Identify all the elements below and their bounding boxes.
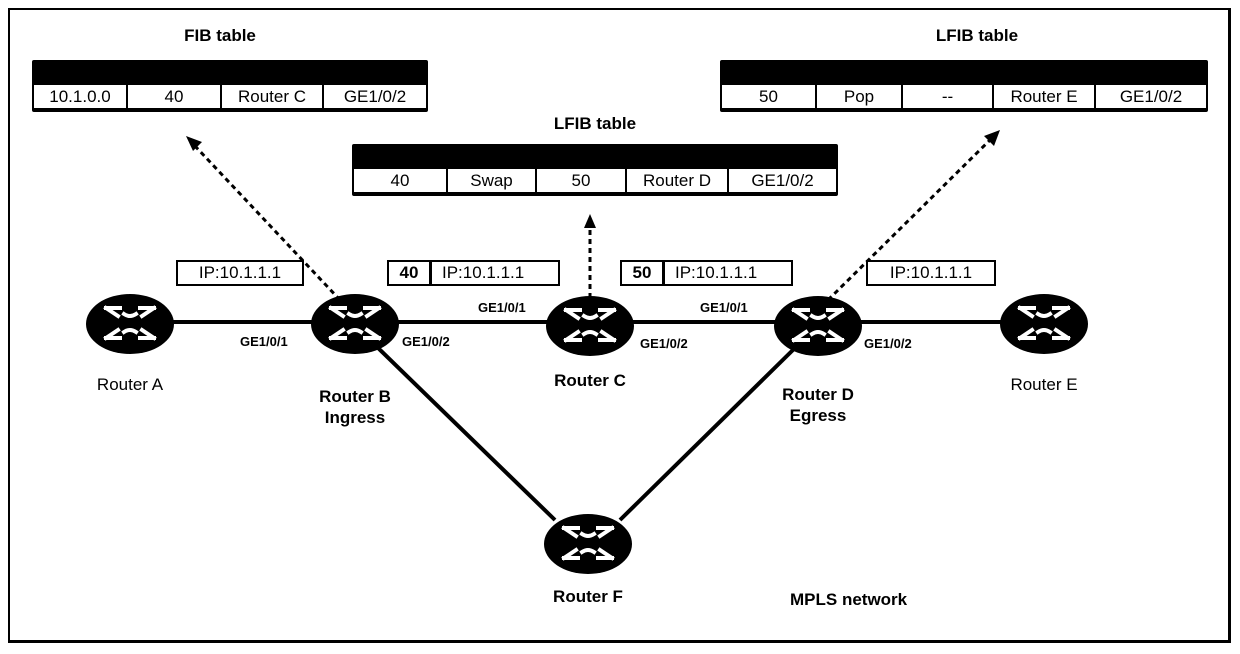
table-cell: 50: [722, 85, 815, 108]
mpls-label: 40: [389, 262, 432, 284]
router-name: Router A: [96, 375, 164, 394]
router-d-icon[interactable]: [772, 290, 864, 358]
lfib-table-d-title: LFIB table: [935, 26, 1019, 45]
router-c-label: Router C: [520, 370, 660, 391]
router-f-label: Router F: [518, 586, 658, 607]
port-label: GE1/0/1: [478, 300, 526, 315]
router-f-icon[interactable]: [542, 508, 634, 576]
table-header: [354, 146, 836, 169]
table-cell: Router E: [994, 85, 1094, 108]
router-name: Router D: [782, 385, 854, 404]
table-cell: GE1/0/2: [729, 169, 836, 192]
port-label: GE1/0/2: [640, 336, 688, 351]
table-cell: GE1/0/2: [324, 85, 426, 108]
router-a-label: Router A: [60, 374, 200, 395]
router-e-icon[interactable]: [998, 288, 1090, 356]
table-header: [34, 62, 426, 85]
network-label: MPLS network: [790, 590, 908, 609]
router-a-icon[interactable]: [84, 288, 176, 356]
table-cell: --: [903, 85, 992, 108]
port-label: GE1/0/1: [700, 300, 748, 315]
packet-ip: IP:10.1.1.1: [442, 263, 525, 282]
router-b-label: Router B Ingress: [285, 386, 425, 428]
packet-ip: IP:10.1.1.1: [176, 260, 304, 286]
packet-label: 50 IP:10.1.1.1: [620, 260, 793, 286]
table-cell: Swap: [448, 169, 535, 192]
router-e-label: Router E: [974, 374, 1114, 395]
lfib-table-d: 50 Pop -- Router E GE1/0/2: [720, 60, 1208, 112]
packet-a-to-b: IP:10.1.1.1: [176, 260, 304, 286]
router-name: Router B: [319, 387, 391, 406]
router-d-label: Router D Egress: [748, 384, 888, 426]
router-role: Egress: [789, 406, 847, 425]
table-row: 40 Swap 50 Router D GE1/0/2: [354, 169, 836, 194]
packet-ip: IP:10.1.1.1: [675, 263, 758, 282]
table-row: 10.1.0.0 40 Router C GE1/0/2: [34, 85, 426, 110]
table-cell: 40: [128, 85, 220, 108]
router-name: Router C: [554, 371, 626, 390]
port-label: GE1/0/2: [402, 334, 450, 349]
packet-d-to-e: IP:10.1.1.1: [866, 260, 996, 286]
table-cell: Router C: [222, 85, 322, 108]
table-cell: Router D: [627, 169, 727, 192]
packet-b-to-c: 40 IP:10.1.1.1: [387, 260, 560, 286]
table-cell: 40: [354, 169, 446, 192]
table-cell: GE1/0/2: [1096, 85, 1206, 108]
table-cell: 10.1.0.0: [34, 85, 126, 108]
lfib-table-c: 40 Swap 50 Router D GE1/0/2: [352, 144, 838, 196]
table-header: [722, 62, 1206, 85]
packet-label: 40 IP:10.1.1.1: [387, 260, 560, 286]
table-row: 50 Pop -- Router E GE1/0/2: [722, 85, 1206, 110]
router-name: Router F: [553, 587, 623, 606]
packet-c-to-d: 50 IP:10.1.1.1: [620, 260, 793, 286]
fib-table-title: FIB table: [184, 26, 256, 45]
router-c-icon[interactable]: [544, 290, 636, 358]
packet-ip: IP:10.1.1.1: [866, 260, 996, 286]
router-b-icon[interactable]: [309, 288, 401, 356]
router-role: Ingress: [324, 408, 386, 427]
lfib-table-c-title: LFIB table: [553, 114, 637, 133]
mpls-label: 50: [622, 262, 665, 284]
port-label: GE1/0/1: [240, 334, 288, 349]
arrow-c-to-lfib: [584, 214, 596, 298]
router-name: Router E: [1010, 375, 1078, 394]
port-label: GE1/0/2: [864, 336, 912, 351]
table-cell: 50: [537, 169, 625, 192]
fib-table: 10.1.0.0 40 Router C GE1/0/2: [32, 60, 428, 112]
table-cell: Pop: [817, 85, 901, 108]
